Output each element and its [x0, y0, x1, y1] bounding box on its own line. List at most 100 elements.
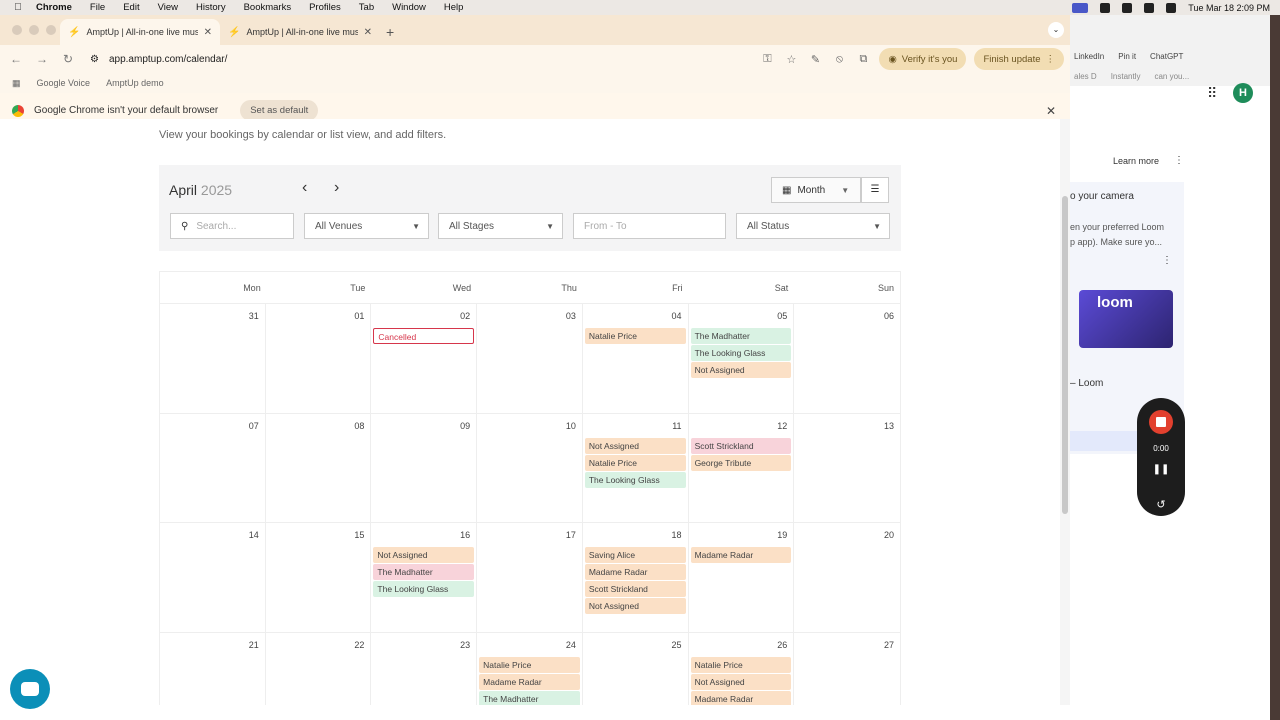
booking-event[interactable]: The Looking Glass: [373, 581, 475, 598]
booking-event[interactable]: Natalie Price: [584, 454, 686, 471]
url-text[interactable]: app.amptup.com/calendar/: [109, 54, 227, 65]
menu-help[interactable]: Help: [444, 2, 464, 13]
next-month-icon[interactable]: ›: [334, 179, 339, 197]
day-cell[interactable]: 08: [266, 413, 372, 523]
booking-event[interactable]: The Looking Glass: [584, 471, 686, 488]
bookmark-pin-it[interactable]: Pin it: [1118, 52, 1136, 61]
booking-event[interactable]: Madame Radar: [690, 691, 792, 705]
verify-button[interactable]: ◉ Verify it's you: [879, 48, 967, 70]
restart-icon[interactable]: ↺: [1137, 498, 1185, 511]
day-cell[interactable]: 24 Natalie Price Madame Radar The Madhatter: [477, 633, 583, 705]
day-cell[interactable]: 18 Saving Alice Madame Radar Scott Strickla…: [583, 523, 689, 633]
zoom-window-button[interactable]: [46, 25, 56, 35]
set-as-default-button[interactable]: Set as default: [240, 100, 319, 121]
close-tab-icon[interactable]: ✕: [364, 27, 372, 38]
booking-event[interactable]: Natalie Price: [479, 657, 580, 674]
day-cell[interactable]: 01: [266, 304, 372, 413]
apps-grid-icon[interactable]: ⠿: [1207, 85, 1217, 102]
finish-update-button[interactable]: Finish update ⋮: [974, 48, 1064, 70]
close-icon[interactable]: ✕: [1046, 104, 1056, 118]
address-bar[interactable]: ⚙ app.amptup.com/calendar/: [82, 48, 802, 70]
day-cell[interactable]: 09: [371, 413, 478, 523]
booking-event[interactable]: George Tribute: [690, 454, 792, 471]
stop-recording-button[interactable]: [1149, 410, 1173, 434]
search-input[interactable]: ⚲ Search...: [170, 213, 294, 239]
bookmark-sales[interactable]: ales D: [1074, 72, 1097, 81]
bookmark-chatgpt[interactable]: ChatGPT: [1150, 52, 1183, 61]
pause-icon[interactable]: ❚❚: [1137, 464, 1185, 475]
eyedropper-icon[interactable]: ✎: [807, 53, 823, 66]
wifi-icon[interactable]: [1144, 2, 1155, 13]
close-window-button[interactable]: [12, 25, 22, 35]
bookmark-linkedin[interactable]: LinkedIn: [1074, 52, 1104, 61]
extension-icon[interactable]: ⦸: [831, 53, 847, 66]
menu-bookmarks[interactable]: Bookmarks: [244, 2, 292, 13]
booking-event[interactable]: Natalie Price: [690, 657, 792, 674]
booking-event[interactable]: The Looking Glass: [690, 345, 792, 361]
day-cell[interactable]: 16 Not Assigned The Madhatter The Looking G…: [371, 523, 478, 633]
day-cell[interactable]: 19 Madame Radar: [689, 523, 795, 633]
chat-widget-button[interactable]: [10, 669, 50, 709]
reload-icon[interactable]: ↻: [60, 52, 76, 66]
booking-event[interactable]: Not Assigned: [373, 547, 475, 564]
booking-event[interactable]: Not Assigned: [584, 598, 686, 615]
booking-event[interactable]: Scott Strickland: [584, 581, 686, 598]
page-scrollbar[interactable]: [1060, 119, 1070, 705]
menu-edit[interactable]: Edit: [123, 2, 139, 13]
booking-event[interactable]: Madame Radar: [690, 547, 792, 564]
avatar[interactable]: H: [1233, 83, 1253, 103]
menu-window[interactable]: Window: [392, 2, 426, 13]
menu-tab[interactable]: Tab: [359, 2, 374, 13]
booking-event[interactable]: The Madhatter: [373, 564, 475, 581]
menu-view[interactable]: View: [158, 2, 178, 13]
booking-event[interactable]: Madame Radar: [584, 564, 686, 581]
app-icon[interactable]: [1122, 2, 1133, 13]
menu-history[interactable]: History: [196, 2, 226, 13]
date-range-input[interactable]: From - To: [573, 213, 726, 239]
menubar-clock[interactable]: Tue Mar 18 2:09 PM: [1188, 3, 1270, 13]
close-tab-icon[interactable]: ✕: [204, 27, 212, 38]
menu-chrome[interactable]: Chrome: [36, 2, 72, 13]
day-cell[interactable]: 21: [160, 633, 266, 705]
day-cell[interactable]: 13: [794, 414, 900, 523]
booking-event[interactable]: The Madhatter: [690, 328, 792, 344]
menu-file[interactable]: File: [90, 2, 105, 13]
scrollbar-thumb[interactable]: [1062, 196, 1068, 514]
day-cell[interactable]: 27: [794, 633, 900, 705]
tab-amptup[interactable]: ⚡ AmptUp | All-in-one live mus ✕: [220, 19, 380, 45]
day-cell[interactable]: 05 The Madhatter The Looking Glass Not Assi…: [689, 304, 795, 413]
day-cell[interactable]: 17: [477, 523, 583, 633]
booking-event[interactable]: Not Assigned: [584, 437, 686, 454]
booking-event[interactable]: Not Assigned: [690, 362, 792, 378]
day-cell[interactable]: 12 Scott Strickland George Tribute: [689, 413, 795, 523]
day-cell[interactable]: 03: [477, 304, 583, 413]
booking-event[interactable]: Madame Radar: [479, 674, 580, 691]
list-view-button[interactable]: ☰: [861, 177, 889, 203]
bookmark-can-you[interactable]: can you...: [1154, 72, 1189, 81]
apps-grid-icon[interactable]: ▦: [12, 78, 21, 89]
more-icon[interactable]: ⋮: [1174, 155, 1184, 166]
forward-icon[interactable]: →: [34, 52, 50, 66]
tab-search-icon[interactable]: ⌄: [1048, 22, 1064, 38]
new-tab-icon[interactable]: +: [386, 24, 394, 40]
day-cell[interactable]: 20: [794, 523, 900, 632]
day-cell[interactable]: 31: [160, 304, 266, 413]
day-cell[interactable]: 07: [160, 413, 266, 523]
back-icon[interactable]: ←: [8, 52, 24, 66]
menu-profiles[interactable]: Profiles: [309, 2, 341, 13]
password-key-icon[interactable]: ⚿: [759, 53, 775, 66]
day-cell[interactable]: 04 Natalie Price: [583, 304, 689, 413]
day-cell[interactable]: 06: [794, 304, 900, 413]
booking-event[interactable]: The Madhatter: [479, 691, 580, 705]
day-cell[interactable]: 23: [371, 633, 478, 705]
minimize-window-button[interactable]: [29, 25, 39, 35]
day-cell[interactable]: 25: [583, 633, 689, 705]
apple-icon[interactable]: : [0, 2, 36, 13]
booking-event[interactable]: Cancelled: [373, 328, 475, 344]
venues-select[interactable]: All Venues ▼: [304, 213, 429, 239]
booking-event[interactable]: Not Assigned: [690, 674, 792, 691]
day-cell[interactable]: 11 Not Assigned Natalie Price The Looking G…: [583, 413, 689, 523]
screen-record-icon[interactable]: [1072, 2, 1089, 13]
status-select[interactable]: All Status ▼: [736, 213, 890, 239]
bookmark-amptup-demo[interactable]: AmptUp demo: [106, 78, 164, 88]
